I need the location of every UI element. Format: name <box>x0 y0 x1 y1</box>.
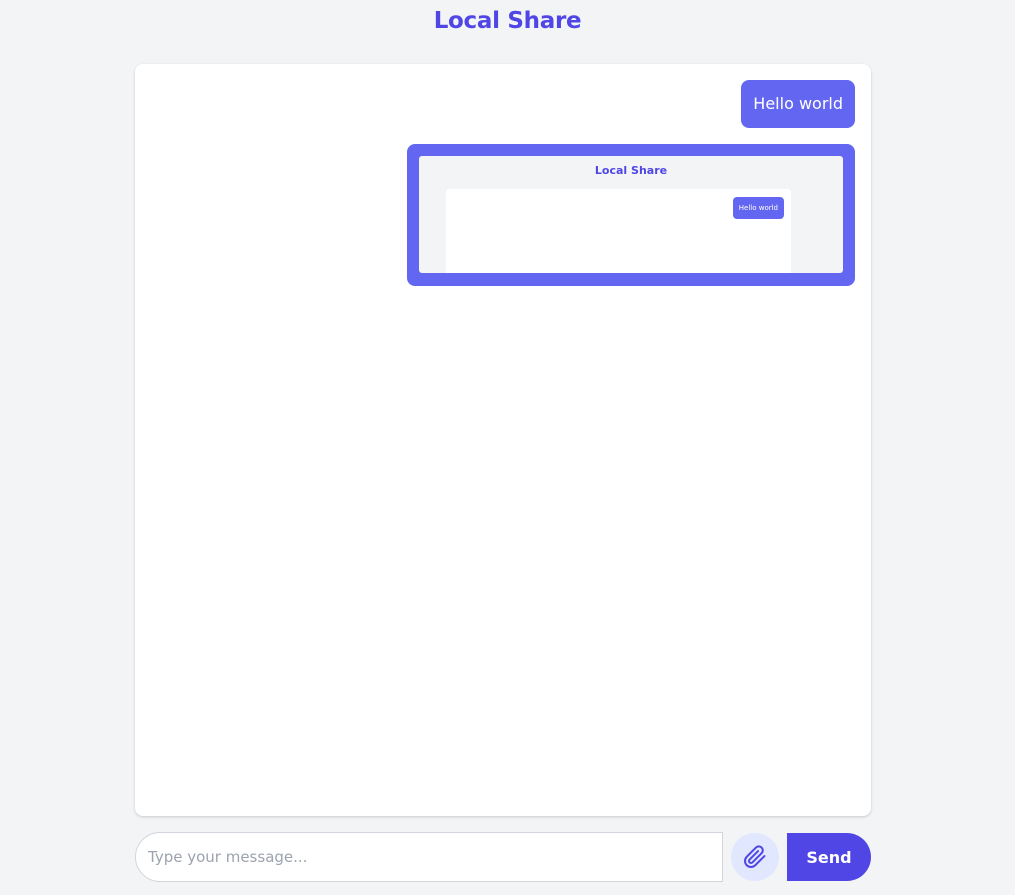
app-title: Local Share <box>433 8 582 34</box>
send-button[interactable]: Send <box>787 833 871 881</box>
image-attachment-screenshot[interactable]: Local Share Hello world <box>419 156 843 273</box>
message-bubble-image[interactable]: Local Share Hello world <box>407 144 855 286</box>
attach-file-button[interactable] <box>731 833 779 881</box>
screenshot-chat-panel: Hello world <box>446 189 791 273</box>
paperclip-icon <box>744 845 766 868</box>
screenshot-message-bubble: Hello world <box>732 197 784 219</box>
message-input[interactable] <box>135 832 723 882</box>
message-bubble-text: Hello world <box>741 80 855 128</box>
screenshot-title: Local Share <box>594 164 668 177</box>
chat-messages-panel[interactable]: Hello world Local Share Hello world <box>135 64 871 816</box>
